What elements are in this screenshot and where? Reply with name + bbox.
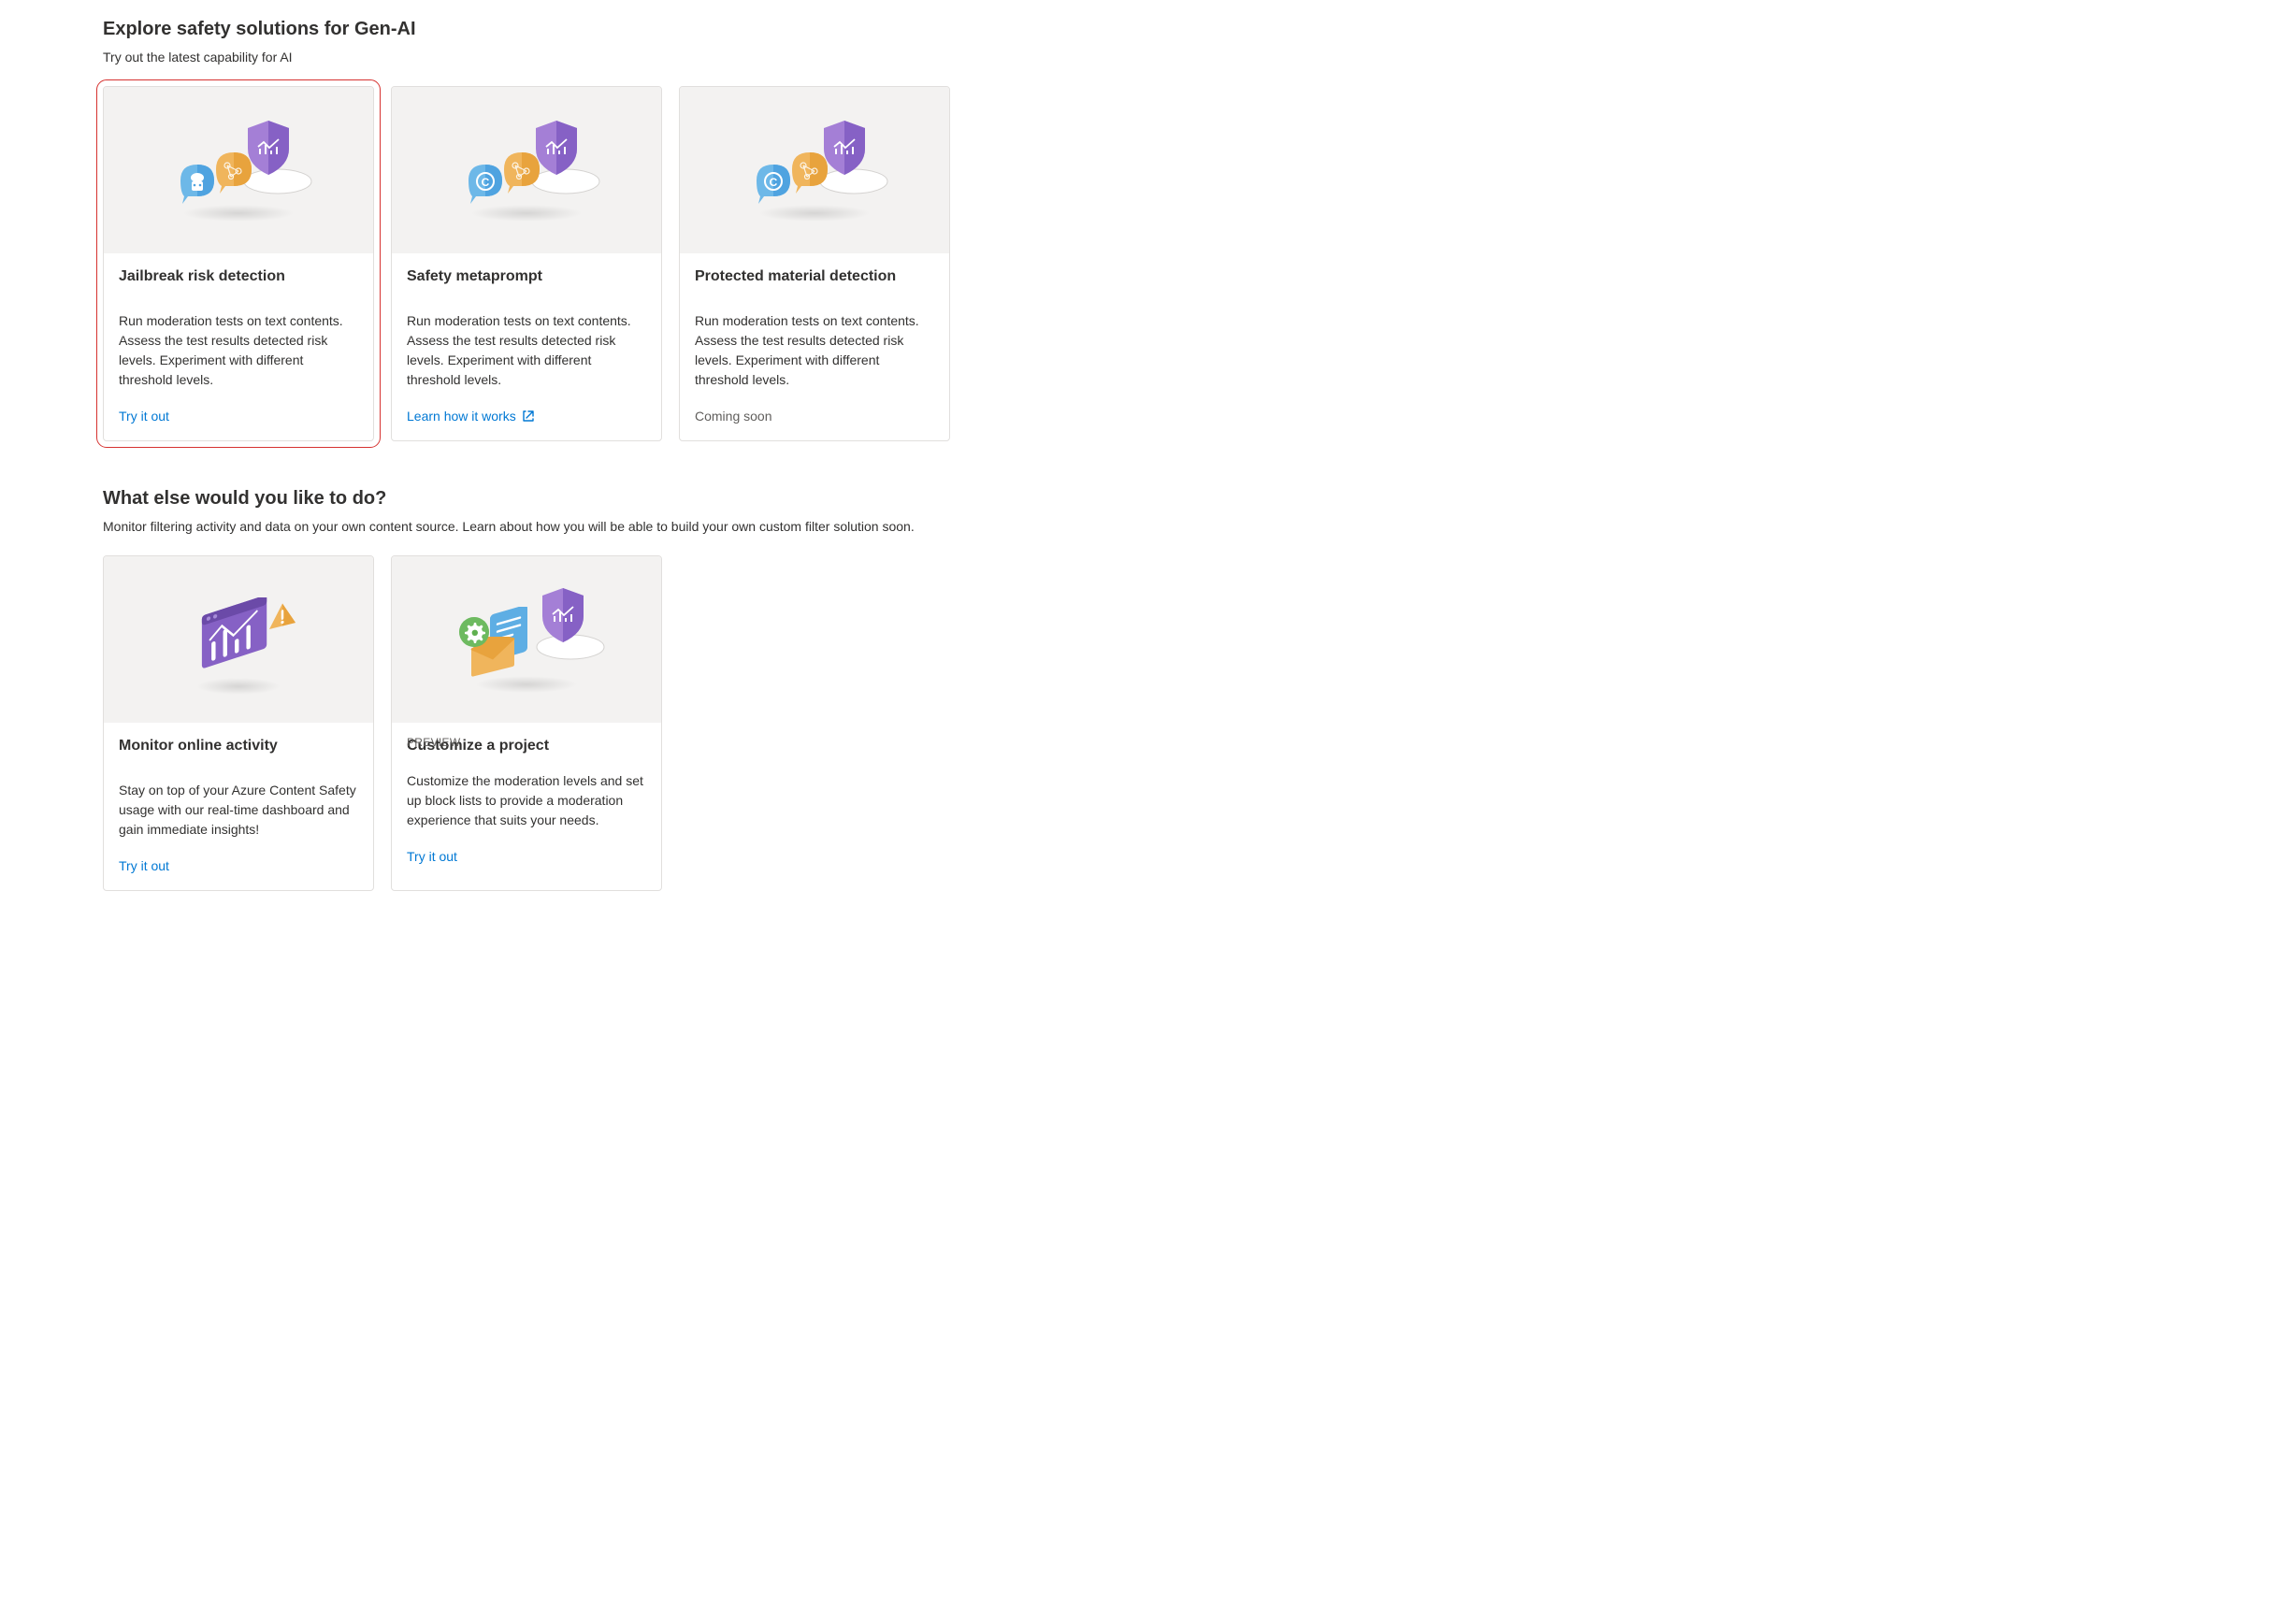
card-body: Safety metaprompt Run moderation tests o…	[392, 253, 661, 440]
card-title: Monitor online activity	[119, 738, 358, 755]
card-description: Customize the moderation levels and set …	[407, 771, 646, 830]
more-cards-row: Monitor online activity Stay on top of y…	[103, 555, 2175, 891]
card-body: Jailbreak risk detection Run moderation …	[104, 253, 373, 440]
card-body: Protected material detection Run moderat…	[680, 253, 949, 440]
more-section-title: What else would you like to do?	[103, 488, 2175, 510]
chat-bubble-blue-icon: C	[751, 161, 796, 206]
shadow-icon	[182, 205, 295, 222]
card-title: Safety metaprompt	[407, 268, 646, 285]
svg-text:C: C	[482, 176, 490, 189]
card-illustration	[104, 556, 373, 723]
more-section-subtitle: Monitor filtering activity and data on y…	[103, 517, 2175, 537]
safety-icon-cluster: C	[452, 109, 601, 231]
customize-icon-cluster	[447, 579, 606, 700]
card-safety-metaprompt[interactable]: C Safety metaprompt Run moderation tests…	[391, 86, 662, 441]
card-title: Protected material detection	[695, 268, 934, 285]
card-title: Jailbreak risk detection	[119, 268, 358, 285]
try-it-out-link[interactable]: Try it out	[119, 409, 169, 424]
shadow-icon	[470, 205, 583, 222]
shadow-icon	[196, 678, 281, 695]
svg-text:C: C	[770, 176, 778, 189]
learn-how-it-works-link[interactable]: Learn how it works	[407, 409, 535, 424]
explore-section-title: Explore safety solutions for Gen-AI	[103, 19, 2175, 40]
safety-icon-cluster	[164, 109, 313, 231]
external-link-icon	[522, 410, 535, 423]
monitor-icon-cluster	[173, 579, 304, 700]
chat-bubble-blue-icon	[175, 161, 220, 206]
card-body: Monitor online activity Stay on top of y…	[104, 723, 373, 890]
card-body: Customize a project PREVIEW Customize th…	[392, 723, 661, 881]
shadow-icon	[475, 676, 578, 693]
card-description: Run moderation tests on text contents. A…	[695, 311, 934, 390]
try-it-out-link[interactable]: Try it out	[407, 849, 457, 864]
card-description: Stay on top of your Azure Content Safety…	[119, 781, 358, 840]
safety-icon-cluster: C	[740, 109, 889, 231]
explore-cards-row: Jailbreak risk detection Run moderation …	[103, 86, 2175, 441]
card-customize-a-project[interactable]: Customize a project PREVIEW Customize th…	[391, 555, 662, 891]
card-illustration: C	[392, 87, 661, 253]
card-description: Run moderation tests on text contents. A…	[119, 311, 358, 390]
explore-section-subtitle: Try out the latest capability for AI	[103, 48, 2175, 67]
chat-bubble-blue-icon: C	[463, 161, 508, 206]
shield-icon	[537, 586, 589, 644]
card-jailbreak-risk-detection[interactable]: Jailbreak risk detection Run moderation …	[103, 86, 374, 441]
shadow-icon	[758, 205, 871, 222]
card-illustration: C	[680, 87, 949, 253]
card-illustration	[392, 556, 661, 723]
warning-triangle-icon	[266, 602, 299, 636]
card-illustration	[104, 87, 373, 253]
link-label: Learn how it works	[407, 409, 516, 424]
card-monitor-online-activity[interactable]: Monitor online activity Stay on top of y…	[103, 555, 374, 891]
try-it-out-link[interactable]: Try it out	[119, 858, 169, 873]
gear-icon	[456, 614, 492, 650]
card-protected-material-detection[interactable]: C Protected material detection Run moder…	[679, 86, 950, 441]
coming-soon-label: Coming soon	[695, 409, 772, 424]
card-description: Run moderation tests on text contents. A…	[407, 311, 646, 390]
